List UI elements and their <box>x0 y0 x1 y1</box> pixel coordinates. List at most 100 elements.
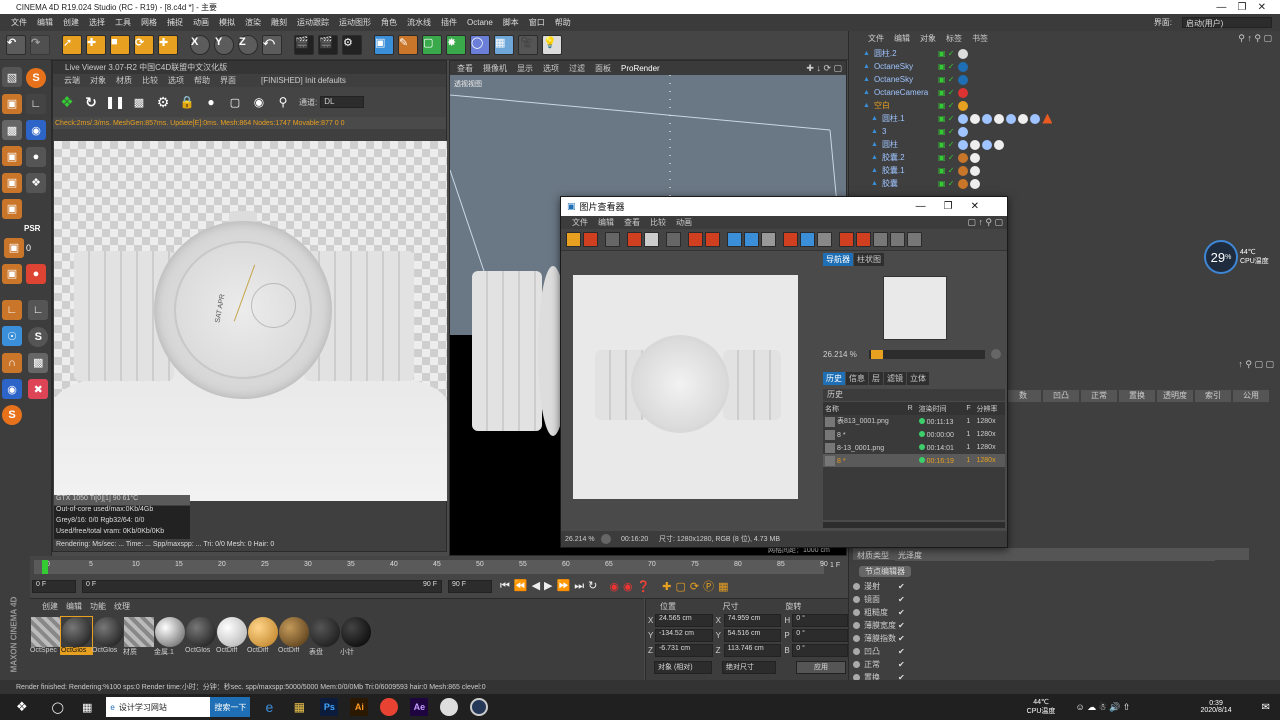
tag-icon[interactable] <box>958 74 969 85</box>
attr-tab[interactable]: 正常 <box>1081 390 1117 402</box>
visibility-toggle[interactable]: ▣ ✓ <box>938 114 954 123</box>
zoom-slider[interactable] <box>869 349 985 359</box>
edges-mode-icon[interactable]: ▣ <box>2 198 22 219</box>
object-tags[interactable] <box>958 74 969 85</box>
photoshop-icon[interactable]: Ps <box>320 698 339 716</box>
menu-item-13[interactable]: 角色 <box>381 17 397 28</box>
tag-icon[interactable] <box>958 113 969 124</box>
y-axis-button[interactable]: Y <box>214 35 234 55</box>
rotation-field[interactable]: 0 ° <box>792 629 848 642</box>
edge-browser-icon[interactable]: e <box>260 698 278 716</box>
rgb-icon[interactable] <box>761 232 776 247</box>
object-row[interactable]: ▲ 空白 ▣ ✓ <box>849 99 1280 112</box>
viewport-menu-item[interactable]: 查看 <box>457 63 473 74</box>
tag-icon[interactable] <box>1042 113 1053 124</box>
deformer-icon[interactable]: ◯ <box>470 35 490 55</box>
position-field[interactable]: 24.565 cm <box>654 614 713 627</box>
tag-icon[interactable] <box>958 152 969 163</box>
history-column-header[interactable]: R <box>906 402 917 415</box>
om-menu-item[interactable]: 文件 <box>868 33 884 44</box>
om-menu-item[interactable]: 书签 <box>972 33 988 44</box>
taskbar-search-button[interactable]: 搜索一下 <box>210 697 251 717</box>
grid-snap-icon[interactable]: ▩ <box>28 352 49 373</box>
scale-icon[interactable]: ■ <box>110 35 130 55</box>
object-row[interactable]: ▲ 胶囊.2 ▣ ✓ <box>849 151 1280 164</box>
mouse-icon[interactable]: ☉ <box>2 326 22 346</box>
material-item[interactable]: OctDiff <box>216 617 247 654</box>
om-menu-item[interactable]: 标签 <box>946 33 962 44</box>
redo-icon[interactable]: ↷ <box>30 35 50 55</box>
history-row[interactable]: 8 * 00:00:00 1 1280x <box>823 428 1005 441</box>
channel-check-icon[interactable]: ✔ <box>898 660 905 669</box>
pv-nav-icons[interactable]: ▢ ↑ ⚲ ▢ <box>967 217 1003 228</box>
visibility-toggle[interactable]: ▣ ✓ <box>938 88 954 97</box>
material-menu-item[interactable]: 创建 <box>42 601 58 612</box>
size-mode-select[interactable]: 绝对尺寸 <box>722 661 776 674</box>
object-tags[interactable] <box>958 126 969 137</box>
pv-render-image[interactable] <box>573 275 798 499</box>
visibility-toggle[interactable]: ▣ ✓ <box>938 127 954 136</box>
rotate-icon[interactable]: ⟳ <box>134 35 154 55</box>
channel-check-icon[interactable]: ✔ <box>898 595 905 604</box>
object-row[interactable]: ▲ 胶囊 ▣ ✓ <box>849 177 1280 190</box>
windows-start-icon[interactable]: ❖ <box>16 699 28 715</box>
filter-b-icon[interactable] <box>856 232 871 247</box>
tag-icon[interactable] <box>958 178 969 189</box>
menu-item-0[interactable]: 文件 <box>11 17 27 28</box>
viewport-solo-icon[interactable]: ▧ <box>2 67 22 87</box>
position-field[interactable]: -134.52 cm <box>654 629 713 642</box>
pv-tab-mid[interactable]: 历史 <box>823 372 845 385</box>
menu-item-8[interactable]: 模拟 <box>219 17 235 28</box>
visibility-toggle[interactable]: ▣ ✓ <box>938 166 954 175</box>
om-nav-icons[interactable]: ⚲ ↑ ⚲ ▢ <box>1238 33 1272 44</box>
material-item[interactable]: 材质 <box>123 617 154 657</box>
channel-g-icon[interactable] <box>800 232 815 247</box>
object-tags[interactable] <box>958 48 969 59</box>
pv-tab-top[interactable]: 柱状图 <box>854 253 884 266</box>
channel-select[interactable]: DL <box>320 96 365 108</box>
live-viewer-menu-item[interactable]: 材质 <box>116 75 132 86</box>
stop-render-icon[interactable] <box>627 232 642 247</box>
material-item[interactable]: 小针 <box>340 617 371 657</box>
media-icon[interactable] <box>440 698 459 716</box>
x-axis-button[interactable]: X <box>190 35 210 55</box>
tag-icon[interactable] <box>994 113 1005 124</box>
menu-item-6[interactable]: 捕捉 <box>167 17 183 28</box>
visibility-toggle[interactable]: ▣ ✓ <box>938 153 954 162</box>
material-item[interactable]: OctGlos <box>185 617 216 654</box>
magnet-icon[interactable]: ∩ <box>2 353 22 373</box>
end-frame-field[interactable]: 90 F <box>448 579 492 593</box>
layout-1-icon[interactable] <box>873 232 888 247</box>
size-field[interactable]: 54.516 cm <box>723 629 782 642</box>
lock-icon[interactable]: 🔒 <box>177 92 197 112</box>
pv-tab-mid[interactable]: 层 <box>869 372 883 385</box>
pv-tab-top[interactable]: 导航器 <box>823 253 853 266</box>
viewport-menu-item[interactable]: 选项 <box>543 63 559 74</box>
crop-icon[interactable] <box>744 232 759 247</box>
pause-icon[interactable]: ❚❚ <box>105 92 125 112</box>
menu-item-2[interactable]: 创建 <box>63 17 79 28</box>
material-menu-item[interactable]: 编辑 <box>66 601 82 612</box>
tag-icon[interactable] <box>970 139 981 150</box>
open-file-icon[interactable] <box>566 232 581 247</box>
attr-tab[interactable]: 透明度 <box>1157 390 1193 402</box>
clay-icon[interactable]: ▢ <box>225 92 245 112</box>
visibility-toggle[interactable]: ▣ ✓ <box>938 101 954 110</box>
render-settings-icon[interactable]: ⚙ <box>342 35 362 55</box>
filter-a-icon[interactable] <box>839 232 854 247</box>
pv-tab-mid[interactable]: 信息 <box>846 372 868 385</box>
uv-mode-icon[interactable]: ▣ <box>2 263 22 284</box>
workplane-mode-icon[interactable]: ∟ <box>2 300 22 320</box>
channel-radio[interactable] <box>853 609 860 616</box>
tag-icon[interactable] <box>970 165 981 176</box>
object-row[interactable]: ▲ OctaneCamera ▣ ✓ <box>849 86 1280 99</box>
viewport-menu-item[interactable]: 摄像机 <box>483 63 507 74</box>
visibility-toggle[interactable]: ▣ ✓ <box>938 179 954 188</box>
region-icon[interactable] <box>727 232 742 247</box>
object-row[interactable]: ▲ OctaneSky ▣ ✓ <box>849 60 1280 73</box>
object-tags[interactable] <box>958 165 981 176</box>
zoom-step-icon[interactable] <box>991 349 1001 359</box>
file-explorer-icon[interactable]: ▦ <box>290 698 308 716</box>
live-viewer-menu-item[interactable]: 比较 <box>142 75 158 86</box>
channel-r-icon[interactable] <box>783 232 798 247</box>
